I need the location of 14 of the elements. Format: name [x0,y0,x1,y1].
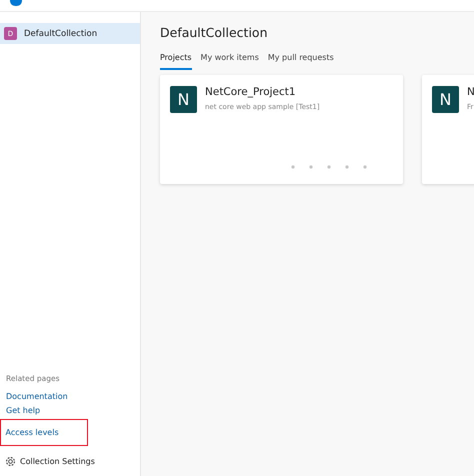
collection-settings-link[interactable]: Collection Settings [20,457,95,466]
page-title: DefaultCollection [160,25,269,40]
project-avatar: N [170,86,197,113]
project-name: NetCore_Project1 [205,86,297,98]
logo-icon [10,0,22,6]
project-name: N [467,86,474,98]
settings-icon [5,456,16,467]
related-link[interactable]: Documentation [6,392,68,400]
related-link[interactable]: Access levels [6,428,59,437]
related-link[interactable]: Get help [6,406,40,414]
tab[interactable]: Projects [160,53,192,70]
project-avatar: N [432,86,459,113]
tab[interactable]: My work items [200,53,259,70]
tab[interactable]: My pull requests [268,53,334,70]
